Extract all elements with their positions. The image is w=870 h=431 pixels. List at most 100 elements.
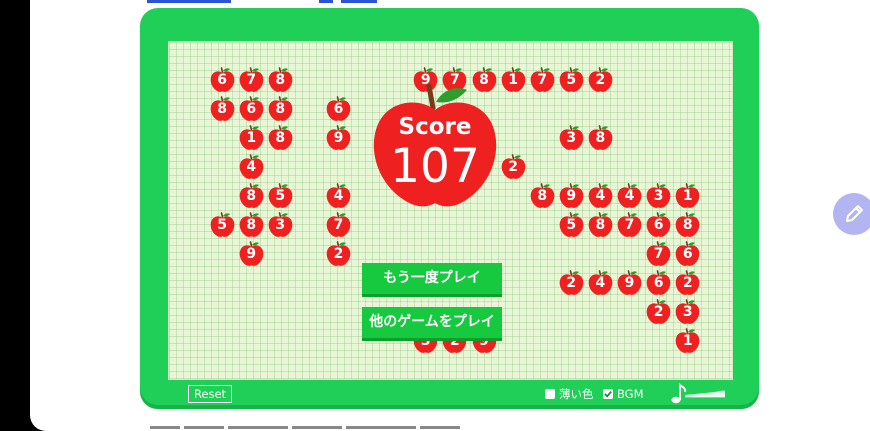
apple-tile[interactable]: 7 — [326, 212, 351, 238]
apple-number: 2 — [595, 72, 606, 88]
top-link[interactable] — [319, 0, 333, 3]
apple-number: 2 — [566, 275, 577, 291]
apple-tile[interactable]: 9 — [617, 270, 642, 296]
apple-number: 1 — [508, 72, 518, 88]
apple-number: 6 — [217, 72, 227, 88]
apple-tile[interactable]: 8 — [268, 96, 293, 122]
edit-button[interactable] — [833, 193, 870, 235]
apple-number: 8 — [275, 72, 286, 88]
apple-tile[interactable]: 1 — [239, 125, 264, 151]
apple-number: 1 — [246, 130, 257, 146]
checkmark-icon — [604, 391, 612, 398]
apple-number: 8 — [682, 217, 693, 233]
apple-number: 8 — [246, 188, 257, 204]
apple-number: 6 — [653, 275, 664, 291]
apple-number: 5 — [275, 188, 286, 204]
apple-number: 9 — [566, 188, 577, 204]
apple-tile[interactable]: 3 — [646, 183, 671, 209]
light-color-checkbox[interactable] — [545, 389, 555, 399]
apple-tile[interactable]: 8 — [239, 183, 264, 209]
bgm-option[interactable]: BGM — [603, 387, 644, 401]
score-label: Score — [398, 114, 472, 140]
apple-number: 4 — [333, 188, 344, 204]
apple-tile[interactable]: 2 — [675, 270, 700, 296]
apple-tile[interactable]: 3 — [559, 125, 584, 151]
apple-number: 4 — [246, 159, 257, 175]
apple-number: 8 — [595, 217, 606, 233]
apple-tile[interactable]: 7 — [617, 212, 642, 238]
apple-tile[interactable]: 2 — [559, 270, 584, 296]
apple-tile[interactable]: 3 — [675, 299, 700, 325]
apple-number: 5 — [217, 217, 227, 233]
apple-number: 5 — [566, 72, 577, 88]
apple-tile[interactable]: 4 — [588, 270, 613, 296]
apple-tile[interactable]: 6 — [675, 241, 700, 267]
apple-tile[interactable]: 1 — [675, 183, 700, 209]
apple-tile[interactable]: 6 — [239, 96, 264, 122]
apple-tile[interactable]: 2 — [326, 241, 351, 267]
apple-tile[interactable]: 7 — [530, 67, 555, 93]
apple-number: 2 — [333, 246, 344, 262]
top-link[interactable] — [147, 0, 231, 3]
apple-tile[interactable]: 6 — [210, 67, 235, 93]
apple-tile[interactable]: 8 — [239, 212, 264, 238]
apple-number: 8 — [217, 101, 227, 117]
apple-number: 2 — [653, 304, 664, 320]
play-again-button[interactable]: もう一度プレイ — [362, 263, 502, 294]
apple-number: 6 — [333, 101, 344, 117]
apple-tile[interactable]: 9 — [239, 241, 264, 267]
apple-tile[interactable]: 7 — [239, 67, 264, 93]
page-footer-text — [150, 426, 470, 431]
bgm-checkbox[interactable] — [603, 389, 613, 399]
apple-number: 4 — [624, 188, 635, 204]
apple-tile[interactable]: 2 — [646, 299, 671, 325]
apple-tile[interactable]: 9 — [559, 183, 584, 209]
apple-number: 3 — [682, 304, 693, 320]
apple-number: 5 — [566, 217, 577, 233]
apple-number: 7 — [333, 217, 344, 233]
apple-tile[interactable]: 8 — [210, 96, 235, 122]
light-color-option[interactable]: 薄い色 — [545, 387, 594, 401]
apple-tile[interactable]: 7 — [646, 241, 671, 267]
apple-tile[interactable]: 2 — [501, 154, 526, 180]
apple-tile[interactable]: 8 — [268, 125, 293, 151]
other-games-button[interactable]: 他のゲームをプレイ — [362, 307, 502, 338]
reset-button[interactable]: Reset — [188, 385, 232, 403]
apple-tile[interactable]: 8 — [588, 212, 613, 238]
apple-tile[interactable]: 4 — [239, 154, 264, 180]
apple-tile[interactable]: 4 — [617, 183, 642, 209]
apple-tile[interactable]: 6 — [646, 212, 671, 238]
apple-number: 1 — [682, 188, 693, 204]
apple-tile[interactable]: 1 — [675, 328, 700, 354]
apple-number: 9 — [246, 246, 257, 262]
apple-number: 3 — [653, 188, 664, 204]
apple-tile[interactable]: 6 — [326, 96, 351, 122]
apple-tile[interactable]: 3 — [268, 212, 293, 238]
score-value: 107 — [390, 139, 480, 194]
apple-tile[interactable]: 8 — [268, 67, 293, 93]
apple-tile[interactable]: 1 — [501, 67, 526, 93]
top-links-strip — [147, 0, 387, 4]
apple-number: 8 — [246, 217, 257, 233]
apple-tile[interactable]: 4 — [326, 183, 351, 209]
apple-tile[interactable]: 8 — [530, 183, 555, 209]
volume-slider[interactable] — [685, 390, 725, 398]
apple-number: 8 — [595, 130, 606, 146]
apple-number: 8 — [537, 188, 548, 204]
apple-tile[interactable]: 5 — [210, 212, 235, 238]
apple-tile[interactable]: 6 — [646, 270, 671, 296]
apple-number: 8 — [275, 130, 286, 146]
apple-tile[interactable]: 2 — [588, 67, 613, 93]
apple-tile[interactable]: 4 — [588, 183, 613, 209]
apple-tile[interactable]: 5 — [559, 212, 584, 238]
apple-tile[interactable]: 5 — [268, 183, 293, 209]
apple-tile[interactable]: 9 — [326, 125, 351, 151]
apple-tile[interactable]: 8 — [588, 125, 613, 151]
top-link[interactable] — [341, 0, 377, 3]
apple-tile[interactable]: 5 — [559, 67, 584, 93]
apple-number: 7 — [537, 72, 548, 88]
apple-tile[interactable]: 8 — [675, 212, 700, 238]
apple-number: 6 — [246, 101, 257, 117]
light-color-label: 薄い色 — [559, 387, 594, 401]
apple-number: 4 — [595, 188, 606, 204]
